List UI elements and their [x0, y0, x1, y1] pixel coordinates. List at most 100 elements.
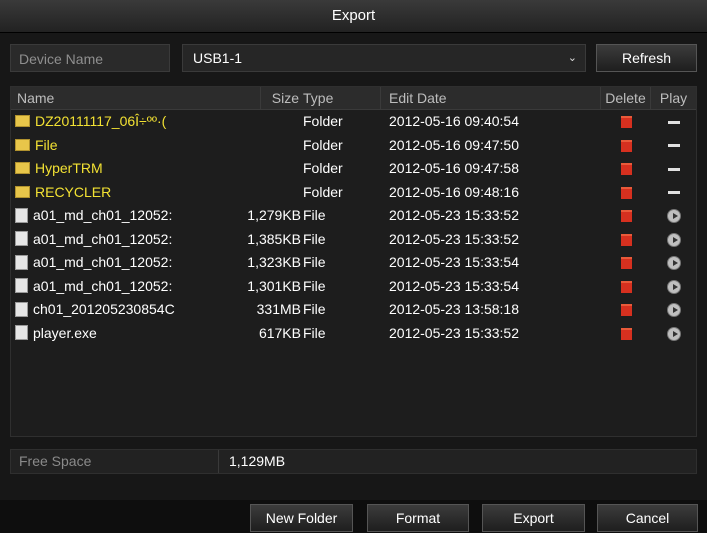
table-row[interactable]: File Folder 2012-05-16 09:47:50	[11, 134, 696, 158]
device-select[interactable]: USB1-1 ⌄	[182, 44, 586, 72]
cell-date: 2012-05-16 09:47:58	[389, 160, 519, 176]
cell-type: File	[303, 324, 326, 341]
cell-date: 2012-05-23 15:33:54	[389, 277, 519, 294]
play-icon[interactable]	[667, 326, 681, 341]
free-space-value: 1,129MB	[229, 453, 286, 469]
cell-size: 617KB	[258, 324, 301, 341]
table-row[interactable]: player.exe 617KB File 2012-05-23 15:33:52	[11, 322, 696, 346]
table-header: Name Size Type Edit Date Delete Play	[11, 87, 696, 110]
cell-date: 2012-05-23 15:33:52	[389, 207, 519, 223]
cell-delete	[611, 134, 641, 158]
device-select-value: USB1-1	[193, 50, 243, 66]
trash-icon[interactable]	[620, 139, 632, 152]
play-icon[interactable]	[667, 232, 681, 247]
table-row[interactable]: RECYCLER Folder 2012-05-16 09:48:16	[11, 181, 696, 205]
device-row: Device Name USB1-1 ⌄ Refresh	[10, 44, 697, 72]
cell-play	[659, 228, 689, 252]
folder-icon	[15, 115, 30, 128]
cell-type: File	[303, 254, 326, 270]
cell-date: 2012-05-16 09:47:50	[389, 136, 519, 153]
cell-delete	[611, 298, 641, 322]
file-name: a01_md_ch01_12052:	[33, 230, 173, 247]
file-name: a01_md_ch01_12052:	[33, 207, 173, 223]
trash-icon[interactable]	[620, 327, 632, 340]
cell-date: 2012-05-23 15:33:54	[389, 254, 519, 270]
play-icon[interactable]	[667, 303, 681, 318]
refresh-button[interactable]: Refresh	[596, 44, 697, 72]
cell-size: 1,301KB	[247, 277, 301, 294]
cell-delete	[611, 322, 641, 346]
table-row[interactable]: DZ20111117_06Î÷ºº·(Folder 2012-05-16 09:4…	[11, 110, 696, 134]
trash-icon[interactable]	[620, 233, 632, 246]
cell-delete	[611, 110, 641, 134]
file-name: a01_md_ch01_12052:	[33, 254, 173, 270]
cell-play	[659, 322, 689, 346]
file-icon	[15, 254, 28, 270]
cell-play	[659, 204, 689, 228]
file-table: Name Size Type Edit Date Delete Play DZ2…	[10, 86, 697, 437]
play-icon[interactable]	[667, 256, 681, 271]
dialog-title: Export	[0, 0, 707, 33]
dash-icon	[668, 191, 680, 195]
dash-icon	[668, 144, 680, 148]
trash-icon[interactable]	[620, 163, 632, 176]
table-row[interactable]: a01_md_ch01_12052: 1,279KB File 2012-05-23 …	[11, 204, 696, 228]
trash-icon[interactable]	[620, 257, 632, 270]
trash-icon[interactable]	[620, 186, 632, 199]
trash-icon[interactable]	[620, 210, 632, 223]
dash-icon	[668, 167, 680, 171]
col-type[interactable]: Type	[301, 87, 381, 109]
file-name: RECYCLER	[35, 183, 112, 200]
table-row[interactable]: a01_md_ch01_12052: 1,301KB File 2012-05-23 …	[11, 275, 696, 299]
col-delete: Delete	[601, 87, 651, 109]
cell-date: 2012-05-16 09:48:16	[389, 183, 519, 200]
file-icon	[15, 207, 28, 223]
file-icon	[15, 231, 28, 247]
table-row[interactable]: ch01_201205230854C 331MB File 2012-05-23 13…	[11, 298, 696, 322]
file-name: File	[35, 136, 58, 153]
cell-size: 1,279KB	[247, 207, 301, 223]
cell-play	[659, 134, 689, 158]
cell-type: Folder	[303, 183, 343, 200]
cell-type: Folder	[303, 113, 343, 129]
table-row[interactable]: HyperTRM Folder 2012-05-16 09:47:58	[11, 157, 696, 181]
col-size[interactable]: Size	[261, 87, 301, 109]
table-body: DZ20111117_06Î÷ºº·( Folder 2012-05-16 09:4…	[11, 110, 696, 345]
col-name[interactable]: Name	[11, 87, 261, 109]
table-row[interactable]: a01_md_ch01_12052: 1,323KB File 2012-05-23 …	[11, 251, 696, 275]
cell-size	[211, 157, 301, 181]
trash-icon[interactable]	[620, 116, 632, 129]
cell-delete	[611, 157, 641, 181]
col-date[interactable]: Edit Date	[381, 87, 601, 109]
cell-date: 2012-05-23 15:33:52	[389, 324, 519, 341]
table-row[interactable]: a01_md_ch01_12052: 1,385KB File 2012-05-23 …	[11, 228, 696, 252]
chevron-down-icon: ⌄	[567, 52, 577, 64]
dash-icon	[668, 120, 680, 124]
device-name-label: Device Name	[10, 44, 170, 72]
cell-date: 2012-05-23 15:33:52	[389, 230, 519, 247]
cell-size: 1,323KB	[247, 254, 301, 270]
cell-play	[659, 275, 689, 299]
cell-delete	[611, 228, 641, 252]
file-icon	[15, 278, 28, 294]
trash-icon[interactable]	[620, 280, 632, 293]
trash-icon[interactable]	[620, 304, 632, 317]
cell-delete	[611, 204, 641, 228]
play-icon[interactable]	[667, 209, 681, 224]
play-icon[interactable]	[667, 279, 681, 294]
new-folder-button[interactable]: New Folder	[250, 504, 353, 532]
export-button[interactable]: Export	[482, 504, 585, 532]
cell-type: File	[303, 230, 326, 247]
file-icon	[15, 301, 28, 317]
file-name: DZ20111117_06Î÷ºº·(	[35, 113, 167, 129]
cancel-button[interactable]: Cancel	[597, 504, 698, 532]
folder-icon	[15, 138, 30, 151]
format-button[interactable]: Format	[367, 504, 469, 532]
export-dialog: Export Device Name USB1-1 ⌄ Refresh Name…	[0, 0, 707, 533]
cell-play	[659, 251, 689, 275]
cell-type: File	[303, 277, 326, 294]
cell-type: Folder	[303, 136, 343, 153]
cell-delete	[611, 275, 641, 299]
folder-icon	[15, 185, 30, 198]
file-name: a01_md_ch01_12052:	[33, 277, 173, 294]
